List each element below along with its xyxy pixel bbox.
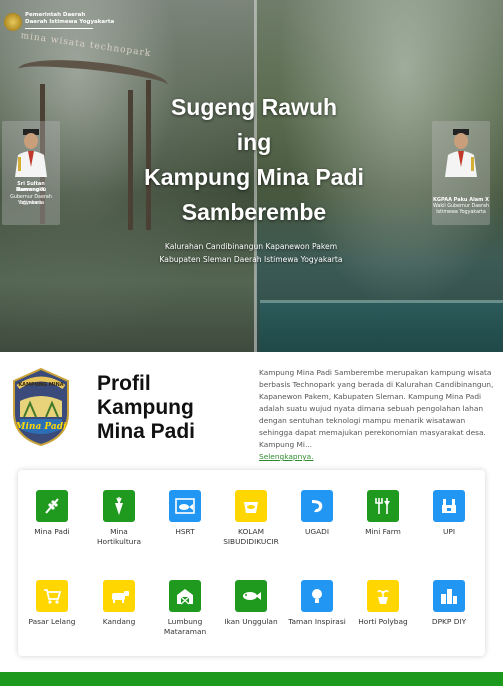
hero-title: Sugeng Rawuh ing Kampung Mina Padi Sambe… — [104, 90, 404, 230]
barn-icon — [169, 580, 201, 612]
fish-icon — [169, 490, 201, 522]
menu-item-kolam-sibudidikucir[interactable]: KOLAM SIBUDIDIKUCIR — [220, 490, 282, 547]
menu-item-label: Pasar Lelang — [28, 617, 76, 626]
menu-grid: Mina Padi Mina Hortikultura HSRT KOLAM S… — [18, 470, 485, 656]
mina-padi-logo: KAMPUNG MINA Mina Padi — [13, 367, 69, 447]
menu-item-label: Lumbung Mataraman — [163, 617, 207, 636]
menu-item-label: Mini Farm — [365, 527, 401, 536]
menu-item-label: Mina Hortikultura — [96, 527, 141, 546]
hero-title-line-3: Kampung Mina Padi — [144, 164, 364, 190]
menu-item-mina-padi[interactable]: Mina Padi — [21, 490, 83, 537]
menu-item-label: Ikan Unggulan — [224, 617, 278, 626]
governor-name-line-2: Buwono X — [16, 187, 45, 193]
factory-icon — [433, 490, 465, 522]
menu-item-label: HSRT — [175, 527, 195, 536]
menu-item-ikan-unggulan[interactable]: Ikan Unggulan — [220, 580, 282, 627]
profile-title-line-1: Profil — [97, 372, 151, 395]
menu-item-kandang[interactable]: Kandang — [88, 580, 150, 627]
gate-arch-text: mina wisata technopark — [19, 30, 152, 60]
menu-item-label: Kandang — [102, 617, 136, 626]
menu-item-dpkp-diy[interactable]: DPKP DIY — [418, 580, 480, 627]
menu-item-upi[interactable]: UPI — [418, 490, 480, 537]
cart-icon — [36, 580, 68, 612]
menu-item-hsrt[interactable]: HSRT — [154, 490, 216, 537]
menu-item-mini-farm[interactable]: Mini Farm — [352, 490, 414, 537]
official-card-vice-governor: KGPAA Paku Alam X Wakil Gubernur Daerah … — [432, 121, 490, 225]
government-label: Pemerintah Daerah Daerah Istimewa Yogyak… — [25, 12, 114, 26]
menu-item-label: Mina Padi — [34, 527, 70, 536]
governor-role-line-2: Yogyakarta — [17, 201, 45, 206]
cow-icon — [103, 580, 135, 612]
hero-title-line-2: ing — [236, 129, 272, 155]
official-card-governor: Sri Sultan Hamengku Buwono X Gubernur Da… — [2, 121, 60, 225]
hero-subtitle-line-2: Kabupaten Sleman Daerah Istimewa Yogyaka… — [159, 255, 343, 264]
menu-item-mina-hortikultura[interactable]: Mina Hortikultura — [88, 490, 150, 547]
shrimp-icon — [301, 490, 333, 522]
government-line-1: Pemerintah Daerah — [25, 12, 86, 18]
fish-bowl-icon — [235, 490, 267, 522]
menu-item-label: KOLAM SIBUDIDIKUCIR — [223, 527, 279, 546]
government-seal-icon — [4, 13, 22, 31]
city-icon — [433, 580, 465, 612]
menu-item-label: UPI — [442, 527, 456, 536]
menu-item-lumbung-mataraman[interactable]: Lumbung Mataraman — [154, 580, 216, 637]
carrot-icon — [103, 490, 135, 522]
read-more-link[interactable]: Selengkapnya. — [259, 452, 314, 461]
menu-item-label: Taman Inspirasi — [288, 617, 346, 626]
profile-description-text: Kampung Mina Padi Samberembe merupakan k… — [259, 368, 494, 449]
garden-tools-icon — [367, 490, 399, 522]
profile-title-line-3: Mina Padi — [97, 420, 196, 443]
hero-banner: mina wisata technopark Pemerintah Daerah… — [0, 0, 503, 352]
hero-title-line-4: Samberembe — [181, 199, 327, 225]
logo-top-text: KAMPUNG MINA — [18, 382, 63, 388]
menu-item-pasar-lelang[interactable]: Pasar Lelang — [21, 580, 83, 627]
government-line-2: Daerah Istimewa Yogyakarta — [25, 19, 115, 25]
profile-title: Profil Kampung Mina Padi — [97, 372, 237, 444]
hero-title-line-1: Sugeng Rawuh — [170, 94, 338, 120]
footer-bar — [0, 672, 503, 686]
vice-governor-role-line-2: Istimewa Yogyakarta — [436, 210, 486, 215]
fish-icon — [235, 580, 267, 612]
logo-text: Mina Padi — [15, 422, 68, 432]
menu-item-label: UGADI — [304, 527, 330, 536]
menu-item-horti-polybag[interactable]: Horti Polybag — [352, 580, 414, 627]
vice-governor-name: KGPAA Paku Alam X — [433, 197, 489, 203]
menu-item-label: DPKP DIY — [431, 617, 467, 626]
vice-governor-photo — [445, 129, 477, 177]
governor-photo — [15, 129, 47, 177]
hero-subtitle-line-1: Kalurahan Candibinangun Kapanewon Pakem — [164, 242, 338, 251]
potted-plant-icon — [367, 580, 399, 612]
pond-tank — [260, 300, 503, 352]
profile-title-line-2: Kampung — [97, 396, 194, 419]
rice-plant-icon — [36, 490, 68, 522]
hero-subtitle: Kalurahan Candibinangun Kapanewon Pakem … — [100, 240, 402, 266]
menu-item-taman-inspirasi[interactable]: Taman Inspirasi — [286, 580, 348, 627]
header-underline — [25, 28, 93, 29]
menu-item-ugadi[interactable]: UGADI — [286, 490, 348, 537]
lightbulb-icon — [301, 580, 333, 612]
profile-description: Kampung Mina Padi Samberembe merupakan k… — [259, 367, 495, 463]
menu-item-label: Horti Polybag — [358, 617, 408, 626]
